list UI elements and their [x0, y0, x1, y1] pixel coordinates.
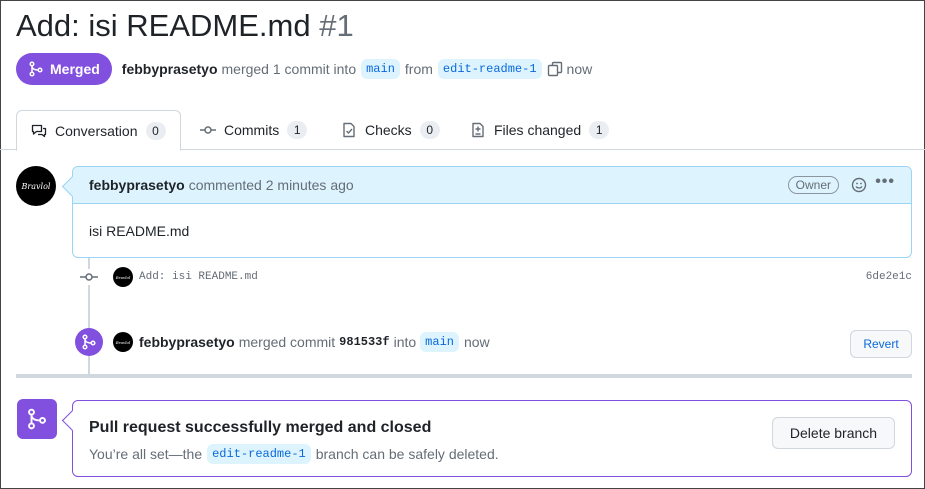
commit-author-avatar[interactable]: Bravlol: [113, 267, 133, 287]
delete-branch-button[interactable]: Delete branch: [772, 417, 895, 449]
merged-event-badge: [75, 328, 103, 356]
merge-commit-sha-link[interactable]: 981533f: [339, 335, 389, 349]
checklist-icon: [343, 122, 355, 138]
git-merge-icon: [29, 61, 43, 77]
head-branch[interactable]: edit-readme-1: [437, 59, 542, 79]
tab-conversation[interactable]: Conversation 0: [16, 110, 181, 151]
from-text: from: [404, 61, 433, 77]
merged-text: merged 1 commit into: [221, 61, 357, 77]
base-branch[interactable]: main: [361, 59, 400, 79]
merge-time: now: [463, 334, 490, 350]
tab-checks[interactable]: Checks 0: [327, 110, 454, 150]
avatar-text: Bravlol: [21, 181, 51, 191]
tab-commits-count: 1: [287, 121, 308, 139]
merge-text: merged commit: [238, 334, 336, 350]
timeline-divider: [16, 374, 912, 378]
revert-button[interactable]: Revert: [850, 330, 912, 358]
pr-title: Add: isi README.md #1: [16, 8, 354, 44]
tab-files-changed-label: Files changed: [494, 122, 582, 138]
tab-checks-label: Checks: [365, 122, 412, 138]
smiley-icon[interactable]: [851, 177, 867, 196]
merge-event: Bravlol febbyprasetyo merged commit 9815…: [113, 331, 490, 353]
tab-commits[interactable]: Commits 1: [186, 110, 321, 150]
comment-box: febbyprasetyo commented 2 minutes ago Ow…: [72, 166, 912, 258]
merged-sub-before: You’re all set—the: [89, 446, 203, 462]
git-commit-icon: [80, 269, 98, 285]
comment-author-link[interactable]: febbyprasetyo: [89, 177, 185, 193]
merged-state-badge: Merged: [16, 53, 112, 85]
file-diff-icon: [472, 122, 484, 138]
merged-state-label: Merged: [50, 61, 100, 77]
comment-author-avatar[interactable]: Bravlol: [16, 166, 56, 206]
pr-number: #1: [319, 8, 354, 43]
commit-row: Bravlol Add: isi README.md 6de2e1c: [80, 266, 912, 288]
pr-time: now: [566, 61, 593, 77]
merged-status-icon: [17, 399, 57, 439]
tab-files-changed[interactable]: Files changed 1: [456, 110, 623, 150]
commit-message-link[interactable]: Add: isi README.md: [139, 271, 258, 283]
copy-icon[interactable]: [547, 61, 563, 77]
git-commit-icon: [200, 126, 216, 134]
tab-commits-label: Commits: [224, 122, 280, 138]
merge-author-avatar[interactable]: Bravlol: [113, 332, 133, 352]
tab-files-changed-count: 1: [589, 121, 610, 139]
git-merge-icon: [28, 408, 46, 430]
owner-badge: Owner: [787, 176, 839, 194]
merged-status-subtitle: You’re all set—the edit-readme-1 branch …: [89, 444, 499, 464]
comment-discussion-icon: [31, 124, 47, 137]
avatar-text: Bravlol: [115, 274, 131, 280]
pr-tabs: Conversation 0 Commits 1 Checks 0 Files …: [0, 110, 925, 151]
comment-action: commented 2 minutes ago: [188, 177, 354, 193]
pr-title-text: Add: isi README.md: [16, 8, 311, 43]
comment-body: isi README.md: [89, 223, 190, 239]
into-text: into: [393, 334, 417, 350]
comment-header: febbyprasetyo commented 2 minutes ago Ow…: [73, 167, 911, 204]
avatar-text: Bravlol: [115, 339, 131, 345]
tab-conversation-label: Conversation: [55, 122, 138, 139]
deletable-branch[interactable]: edit-readme-1: [207, 444, 311, 464]
git-merge-icon: [82, 334, 96, 350]
tab-checks-count: 0: [419, 121, 440, 139]
kebab-horizontal-icon[interactable]: •••: [875, 173, 895, 191]
merged-sub-after: branch can be safely deleted.: [315, 446, 499, 462]
merged-status-title: Pull request successfully merged and clo…: [89, 419, 432, 436]
merge-author-link[interactable]: febbyprasetyo: [139, 334, 235, 350]
commit-sha-link[interactable]: 6de2e1c: [866, 271, 912, 283]
merge-target-branch[interactable]: main: [420, 332, 459, 352]
tab-conversation-count: 0: [145, 121, 166, 140]
pr-meta: Merged febbyprasetyo merged 1 commit int…: [16, 53, 592, 85]
pr-author-link[interactable]: febbyprasetyo: [122, 61, 218, 77]
